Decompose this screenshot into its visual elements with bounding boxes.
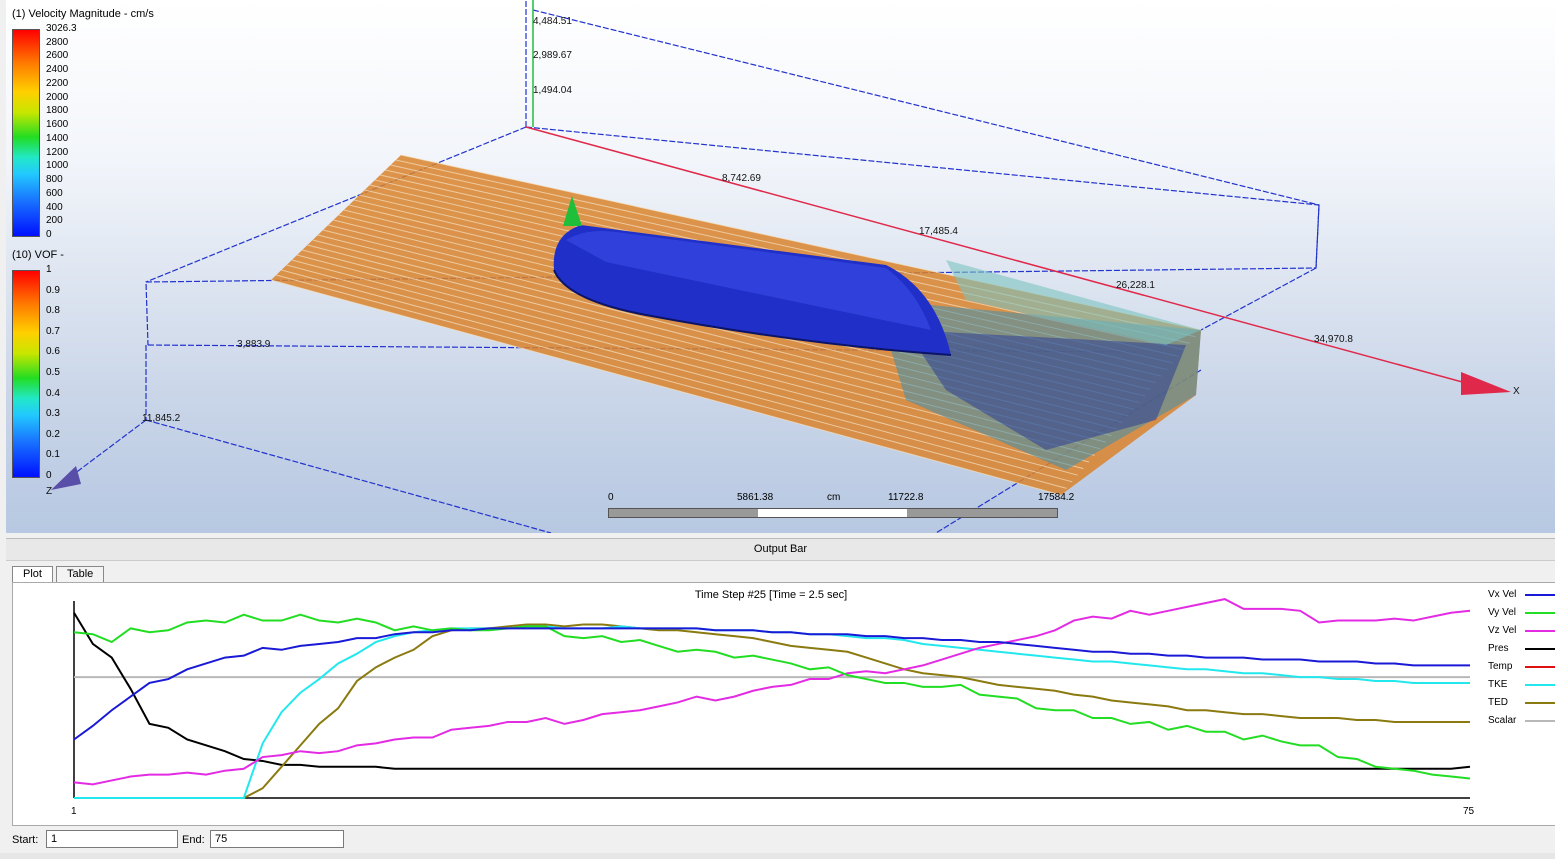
3d-viewport[interactable]: 4,484.51 2,989.67 1,494.04 8,742.69 17,4…	[6, 0, 1555, 533]
y-axis-tick-3: 1,494.04	[533, 85, 572, 96]
x-axis-name: X	[1513, 386, 1520, 397]
scale-label-3: 17584.2	[1038, 492, 1075, 503]
x-axis-tick-4: 34,970.8	[1314, 334, 1353, 345]
legend-swatch	[1525, 594, 1555, 596]
legend-label: TKE	[1488, 679, 1508, 690]
start-field[interactable]	[46, 830, 178, 848]
vof-legend-title: (10) VOF -	[12, 249, 64, 261]
series-line-vz-vel	[73, 598, 1471, 786]
vof-legend-tick: 0.3	[46, 408, 60, 420]
y-axis-tick-2: 2,989.67	[533, 50, 572, 61]
legend-label: Vz Vel	[1488, 625, 1517, 636]
vof-legend-tick: 0.8	[46, 305, 60, 317]
z-axis-arrow-icon	[51, 466, 81, 490]
velocity-legend-tick: 1000	[46, 160, 69, 172]
y-axis-tick-1: 4,484.51	[533, 16, 572, 27]
velocity-legend-tick: 3026.3	[46, 23, 77, 34]
vof-legend-tick: 0.2	[46, 428, 60, 440]
legend-label: Temp	[1488, 661, 1513, 672]
series-line-tke	[74, 625, 1470, 799]
scale-label-2: 11722.8	[888, 492, 924, 503]
vof-legend-tick: 0.1	[46, 449, 60, 461]
vof-legend-tick: 0.4	[46, 387, 60, 399]
velocity-legend-tick: 1200	[46, 146, 69, 158]
velocity-legend-tick: 800	[46, 174, 63, 186]
start-label: Start:	[12, 834, 39, 846]
z-axis-tick-1: 3,883.9	[237, 339, 271, 350]
vof-legend-tick: 1	[46, 264, 52, 275]
legend-swatch	[1525, 720, 1555, 722]
velocity-legend-tick: 2600	[46, 50, 69, 62]
vof-legend-tick: 0	[46, 470, 52, 481]
velocity-legend-tick: 1400	[46, 132, 69, 144]
scene-canvas[interactable]: 4,484.51 2,989.67 1,494.04 8,742.69 17,4…	[6, 0, 1555, 533]
velocity-legend-tick: 400	[46, 201, 63, 213]
scale-label-1: 5861.38	[737, 492, 774, 503]
scale-bar	[608, 508, 1058, 518]
velocity-legend-tick: 2400	[46, 64, 69, 76]
x-tick-start: 1	[71, 806, 77, 817]
legend-swatch	[1525, 666, 1555, 668]
tab-table[interactable]: Table	[56, 566, 105, 582]
x-axis-tick-1: 8,742.69	[722, 173, 761, 184]
status-strip	[0, 853, 1555, 859]
scale-label-0: 0	[608, 492, 614, 503]
series-line-pres	[73, 612, 1471, 770]
vof-legend-tick: 0.7	[46, 325, 60, 337]
legend-swatch	[1525, 648, 1555, 650]
legend-swatch	[1525, 702, 1555, 704]
x-axis-tick-3: 26,228.1	[1116, 280, 1155, 291]
vof-legend-tick: 0.6	[46, 346, 60, 358]
legend-label: Vy Vel	[1488, 607, 1516, 618]
velocity-legend-tick: 600	[46, 187, 63, 199]
legend-label: TED	[1488, 697, 1508, 708]
legend-label: Scalar	[1488, 715, 1517, 726]
end-label: End:	[182, 834, 205, 846]
velocity-legend-tick: 1800	[46, 105, 69, 117]
series-line-vx-vel	[73, 627, 1470, 741]
z-axis-name: Z	[46, 486, 52, 497]
velocity-legend-tick: 2200	[46, 77, 69, 89]
velocity-legend-tick: 0	[46, 229, 52, 240]
legend-label: Vx Vel	[1488, 589, 1517, 600]
z-axis-tick-2: 11,845.2	[142, 413, 181, 424]
velocity-legend-tick: 1600	[46, 119, 69, 131]
velocity-color-bar	[12, 29, 40, 237]
line-chart: 1 75	[71, 598, 1475, 817]
vof-color-bar	[12, 270, 40, 478]
vof-legend-tick: 0.9	[46, 284, 60, 296]
legend-swatch	[1525, 612, 1555, 614]
x-axis-arrow-icon	[1461, 372, 1511, 395]
legend-swatch	[1525, 630, 1555, 632]
output-bar-header: Output Bar	[6, 538, 1555, 561]
velocity-legend-tick: 200	[46, 215, 63, 227]
legend-label: Pres	[1488, 643, 1509, 654]
x-tick-end: 75	[1463, 806, 1475, 817]
plot-panel: Time Step #25 [Time = 2.5 sec] 1 75 Vx V…	[12, 582, 1555, 826]
velocity-legend-tick: 2800	[46, 36, 69, 48]
x-axis-tick-2: 17,485.4	[919, 226, 958, 237]
velocity-legend-title: (1) Velocity Magnitude - cm/s	[12, 8, 154, 20]
end-field[interactable]	[210, 830, 344, 848]
vof-legend-tick: 0.5	[46, 367, 60, 378]
legend-swatch	[1525, 684, 1555, 686]
velocity-legend-tick: 2000	[46, 91, 69, 103]
scale-unit: cm	[827, 492, 841, 503]
tab-plot[interactable]: Plot	[12, 566, 53, 582]
